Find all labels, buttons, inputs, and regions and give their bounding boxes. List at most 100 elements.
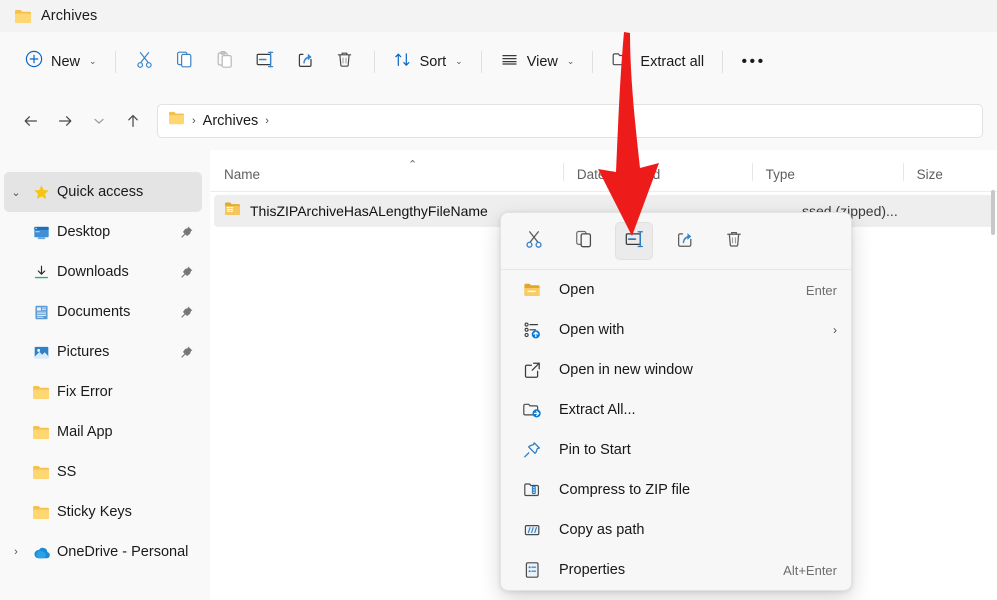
chevron-down-icon: ⌄ <box>455 56 463 66</box>
copy-button[interactable] <box>165 44 205 80</box>
extract-all-label: Extract all <box>640 53 705 70</box>
sidebar-item-desktop[interactable]: Desktop <box>4 212 202 252</box>
context-menu-icon-row <box>501 213 851 269</box>
cut-button[interactable] <box>125 44 165 80</box>
share-icon <box>295 50 315 74</box>
menu-item-compress-to-zip[interactable]: Compress to ZIP file <box>505 470 847 510</box>
sidebar-item-label: Documents <box>57 304 131 320</box>
copy-icon-button[interactable] <box>565 222 603 260</box>
share-icon-button[interactable] <box>665 222 703 260</box>
chevron-down-icon[interactable]: ⌄ <box>4 186 28 199</box>
address-bar-row: › Archives › <box>0 91 997 150</box>
sidebar-item-sticky-keys[interactable]: Sticky Keys <box>4 492 202 532</box>
folder-icon <box>28 505 54 520</box>
recent-locations-button[interactable] <box>82 104 116 138</box>
desktop-icon <box>28 224 54 241</box>
file-name-label: ThisZIPArchiveHasALengthyFileName <box>250 203 488 219</box>
pin-icon[interactable] <box>180 305 194 319</box>
pin-icon[interactable] <box>180 345 194 359</box>
download-icon <box>28 264 54 281</box>
folder-icon <box>28 465 54 480</box>
rename-icon <box>255 50 275 74</box>
view-label: View <box>526 53 558 70</box>
sidebar-item-pictures[interactable]: Pictures <box>4 332 202 372</box>
context-menu[interactable]: Open Enter Open with › Open in new windo… <box>500 212 852 591</box>
address-input[interactable]: › Archives › <box>157 103 983 138</box>
forward-button[interactable] <box>48 104 82 138</box>
column-header-type[interactable]: Type <box>751 150 903 191</box>
menu-item-pin-to-start[interactable]: Pin to Start <box>505 430 847 470</box>
rename-icon-button[interactable] <box>615 222 653 260</box>
sort-icon <box>393 50 412 74</box>
more-options-button[interactable]: ••• <box>732 44 772 80</box>
copy-icon <box>574 229 594 254</box>
picture-icon <box>28 344 54 361</box>
menu-item-label: Open <box>559 282 595 298</box>
document-icon <box>28 304 54 321</box>
menu-item-label: Copy as path <box>559 522 645 538</box>
column-header-size[interactable]: Size <box>902 150 997 191</box>
sidebar-item-label: Fix Error <box>57 384 113 400</box>
sidebar-item-label: Pictures <box>57 344 110 360</box>
share-button[interactable] <box>285 44 325 80</box>
sidebar-item-mail-app[interactable]: Mail App <box>4 412 202 452</box>
menu-item-open-in-new-window[interactable]: Open in new window <box>505 350 847 390</box>
cut-icon-button[interactable] <box>515 222 553 260</box>
column-header-date-modified[interactable]: Date modified <box>562 150 752 191</box>
vertical-scrollbar[interactable] <box>991 190 995 235</box>
chevron-right-icon[interactable]: › <box>4 546 28 558</box>
column-label: Name <box>224 167 261 182</box>
chevron-down-icon: ⌄ <box>566 56 575 66</box>
menu-item-open-with[interactable]: Open with › <box>505 310 847 350</box>
rename-button[interactable] <box>245 44 285 80</box>
sidebar-item-documents[interactable]: Documents <box>4 292 202 332</box>
menu-item-copy-as-path[interactable]: Copy as path <box>505 510 847 550</box>
menu-item-extract-all[interactable]: Extract All... <box>505 390 847 430</box>
open-folder-icon <box>519 282 545 298</box>
zip-archive-icon <box>224 201 242 222</box>
pin-icon[interactable] <box>180 265 194 279</box>
navigation-pane[interactable]: ⌄ Quick access Desktop Downloads Documen… <box>0 150 210 600</box>
menu-item-label: Extract All... <box>559 402 636 418</box>
menu-item-label: Properties <box>559 562 626 578</box>
pin-icon <box>519 441 545 459</box>
pin-icon[interactable] <box>180 225 194 239</box>
menu-item-accelerator: Alt+Enter <box>783 562 837 578</box>
back-button[interactable] <box>14 104 48 138</box>
delete-icon-button[interactable] <box>715 222 753 260</box>
share-icon <box>674 229 695 254</box>
rename-icon <box>624 229 645 254</box>
onedrive-cloud-icon <box>28 545 54 560</box>
folder-icon <box>28 425 54 440</box>
submenu-chevron-icon: › <box>833 323 837 337</box>
breadcrumb-archives[interactable]: Archives <box>203 113 259 129</box>
paste-icon <box>215 50 234 74</box>
new-button[interactable]: New ⌄ <box>16 44 106 80</box>
sidebar-item-fix-error[interactable]: Fix Error <box>4 372 202 412</box>
delete-button[interactable] <box>325 44 365 80</box>
file-explorer-window: Archives New ⌄ Sort ⌄ View ⌄ Extract all… <box>0 0 997 600</box>
scissors-icon <box>135 50 154 74</box>
folder-icon <box>28 385 54 400</box>
sidebar-item-ss[interactable]: SS <box>4 452 202 492</box>
column-header-name[interactable]: Name ⌃ <box>210 150 563 191</box>
extract-all-icon <box>611 50 632 74</box>
sidebar-item-label: Desktop <box>57 224 111 240</box>
paste-button[interactable] <box>205 44 245 80</box>
breadcrumb-separator-trailing[interactable]: › <box>265 115 269 127</box>
sort-button[interactable]: Sort ⌄ <box>384 44 472 80</box>
column-label: Date modified <box>576 167 661 182</box>
open-with-icon <box>519 321 545 339</box>
plus-circle-icon <box>25 50 43 73</box>
sidebar-item-onedrive-personal[interactable]: › OneDrive - Personal <box>4 532 202 572</box>
menu-item-properties[interactable]: Properties Alt+Enter <box>505 550 847 590</box>
sidebar-item-quick-access[interactable]: ⌄ Quick access <box>4 172 202 212</box>
trash-icon <box>335 50 354 74</box>
up-button[interactable] <box>116 104 150 138</box>
toolbar-divider-4 <box>592 50 594 73</box>
extract-all-button[interactable]: Extract all <box>602 44 713 80</box>
menu-item-open[interactable]: Open Enter <box>505 270 847 310</box>
menu-item-label: Open in new window <box>559 362 693 378</box>
sidebar-item-downloads[interactable]: Downloads <box>4 252 202 292</box>
view-button[interactable]: View ⌄ <box>491 44 584 80</box>
